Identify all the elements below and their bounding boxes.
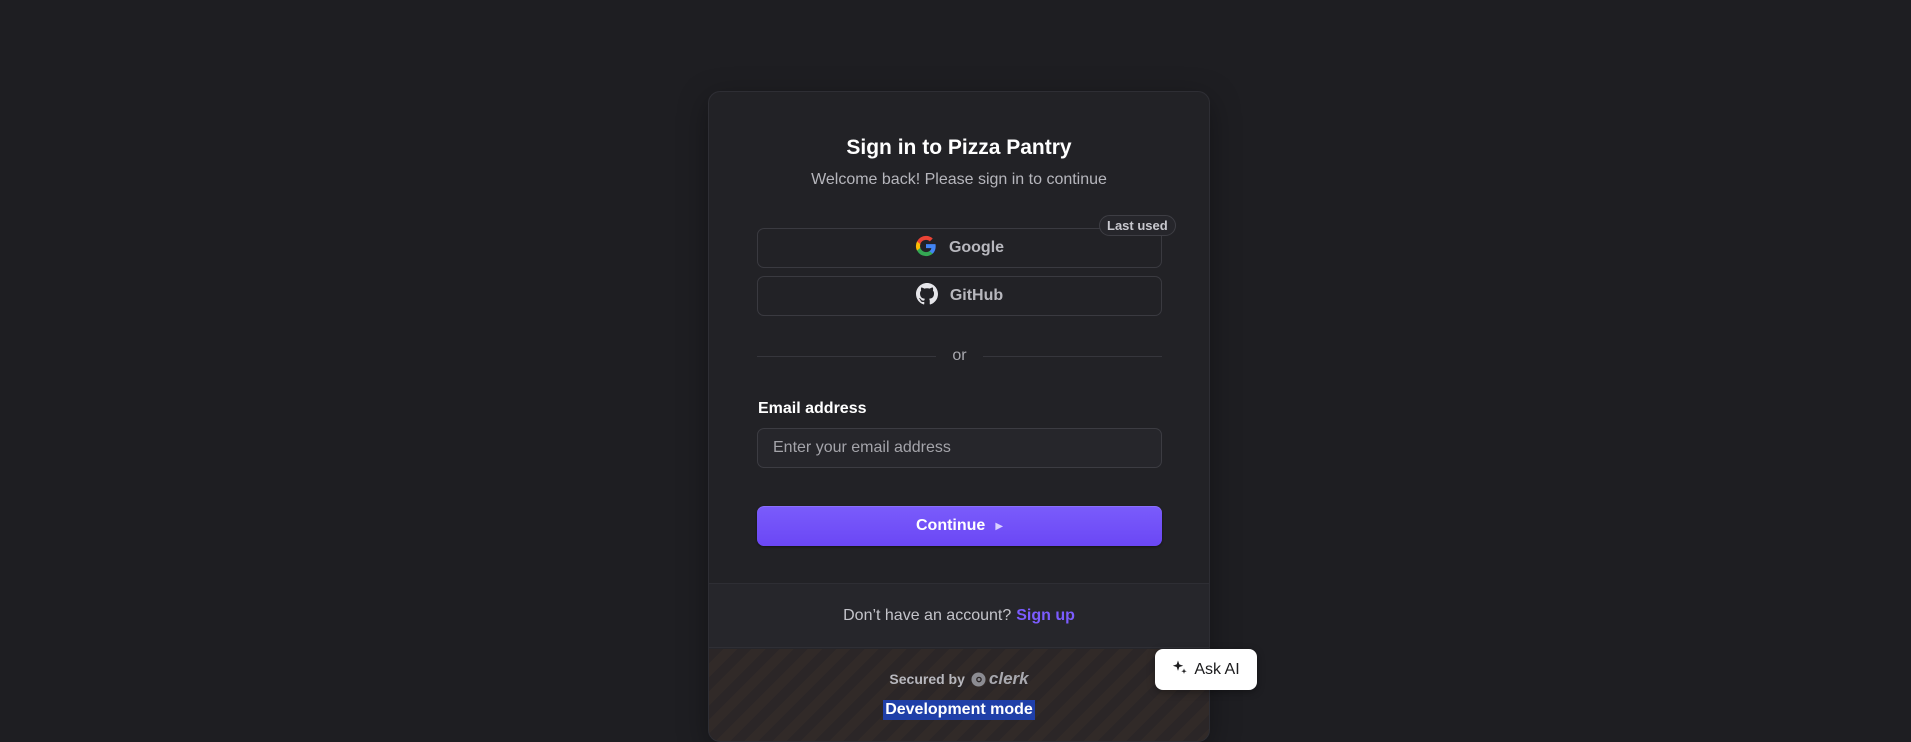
github-signin-button[interactable]: GitHub xyxy=(757,276,1162,316)
development-mode-label-wrap: Development mode xyxy=(709,700,1209,720)
development-mode-banner: Secured by clerk Development mode xyxy=(709,649,1209,741)
signin-card-main: Sign in to Pizza Pantry Welcome back! Pl… xyxy=(709,92,1209,584)
signup-prompt: Don’t have an account? Sign up xyxy=(709,584,1209,648)
google-signin-button[interactable]: Google xyxy=(757,228,1162,268)
sparkle-icon xyxy=(1172,659,1188,680)
divider-text: or xyxy=(952,347,967,364)
ask-ai-label: Ask AI xyxy=(1194,660,1240,678)
continue-button[interactable]: Continue ▶ xyxy=(757,506,1162,546)
email-field[interactable] xyxy=(757,428,1162,468)
last-used-badge: Last used xyxy=(1099,215,1176,236)
page: Sign in to Pizza Pantry Welcome back! Pl… xyxy=(0,0,1911,742)
google-icon xyxy=(915,235,937,262)
or-divider: or xyxy=(757,346,1163,366)
page-subtitle: Welcome back! Please sign in to continue xyxy=(811,171,1107,188)
google-button-label: Google xyxy=(948,239,1005,256)
caret-right-icon: ▶ xyxy=(995,520,1004,532)
clerk-mark-icon xyxy=(971,671,986,687)
development-mode-label: Development mode xyxy=(883,700,1035,720)
signin-card: Sign in to Pizza Pantry Welcome back! Pl… xyxy=(708,91,1210,742)
ask-ai-button[interactable]: Ask AI xyxy=(1155,649,1257,690)
signup-prompt-text: Don’t have an account? xyxy=(843,606,1012,624)
github-icon xyxy=(915,282,938,310)
secured-by-clerk: Secured by clerk xyxy=(709,669,1209,689)
email-label: Email address xyxy=(758,400,867,417)
clerk-logo[interactable]: clerk xyxy=(971,669,1029,689)
divider-line-left xyxy=(757,355,937,357)
signup-link[interactable]: Sign up xyxy=(1016,607,1075,625)
divider-line-right xyxy=(982,355,1163,357)
github-button-label: GitHub xyxy=(949,287,1004,304)
clerk-wordmark: clerk xyxy=(988,669,1029,688)
page-title: Sign in to Pizza Pantry xyxy=(846,136,1072,159)
continue-button-label: Continue xyxy=(915,517,986,534)
secured-by-text: Secured by xyxy=(889,671,965,687)
